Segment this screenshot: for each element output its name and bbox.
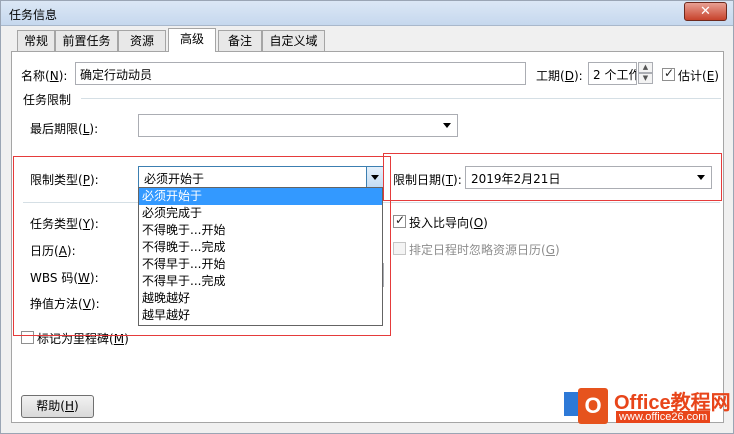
tab-general[interactable]: 常规	[17, 30, 55, 51]
title-bar: 任务信息 ✕	[1, 1, 733, 26]
deadline-combo[interactable]	[138, 114, 458, 137]
highlight-box-constraint-date	[383, 153, 722, 201]
estimated-checkbox[interactable]	[662, 66, 675, 81]
watermark-url: www.office26.com	[616, 411, 711, 423]
duration-input[interactable]: 2 个工作	[588, 62, 637, 85]
name-input[interactable]: 确定行动动员	[75, 62, 526, 85]
ignore-calendar-checkbox[interactable]	[393, 242, 406, 255]
help-button[interactable]: 帮助(H)	[21, 395, 94, 418]
spin-up-icon[interactable]: ▲	[638, 62, 653, 73]
highlight-box-constraint-type	[13, 156, 391, 336]
group-divider	[81, 98, 721, 99]
tab-resources[interactable]: 资源	[118, 30, 166, 51]
spin-down-icon[interactable]: ▼	[638, 73, 653, 84]
name-label: 名称(N):	[21, 69, 68, 83]
deadline-label: 最后期限(L):	[30, 122, 99, 136]
tab-custom-fields[interactable]: 自定义域	[262, 30, 325, 51]
constraint-group-title: 任务限制	[23, 93, 72, 107]
tab-notes[interactable]: 备注	[218, 30, 262, 51]
ignore-calendar-label: 排定日程时忽略资源日历(G)	[409, 243, 560, 257]
tab-predecessors[interactable]: 前置任务	[55, 30, 118, 51]
duration-label: 工期(D):	[536, 69, 583, 83]
estimated-label: 估计(E)	[678, 69, 719, 83]
close-button[interactable]: ✕	[684, 2, 727, 21]
tab-advanced[interactable]: 高级	[168, 28, 216, 52]
watermark-accent	[564, 392, 578, 416]
effort-driven-label: 投入比导向(O)	[409, 216, 488, 230]
task-info-dialog: 任务信息 ✕ 常规 前置任务 资源 高级 备注 自定义域 名称(N): 确定行动…	[0, 0, 734, 434]
effort-driven-checkbox[interactable]	[393, 213, 406, 228]
watermark-logo: O Office教程网 www.office26.com	[564, 384, 731, 432]
window-title: 任务信息	[9, 8, 58, 22]
chevron-down-icon	[443, 123, 451, 128]
office-logo-icon: O	[578, 388, 608, 424]
duration-spinner[interactable]: ▲ ▼	[638, 62, 653, 85]
close-icon: ✕	[700, 4, 711, 19]
